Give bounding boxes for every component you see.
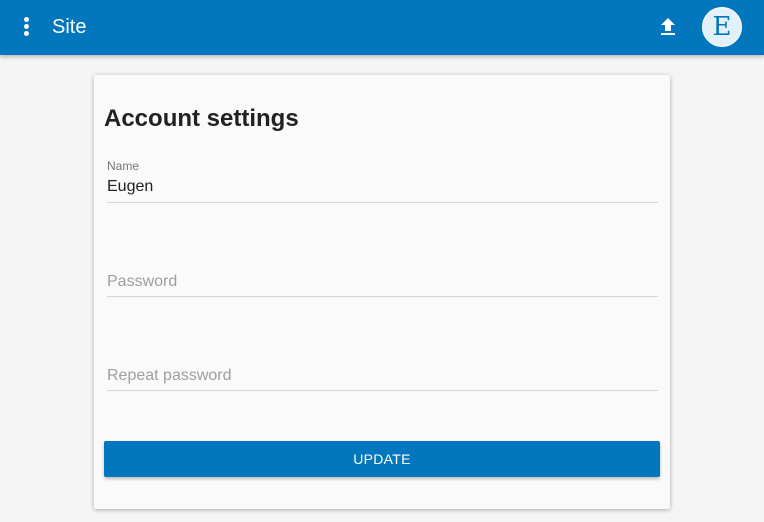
app-title: Site [52,16,87,38]
repeat-password-input[interactable] [107,365,658,387]
password-field [107,269,658,297]
avatar[interactable]: E [702,7,742,47]
name-input[interactable] [107,176,658,198]
upload-icon-svg [661,18,675,35]
menu-dot [24,24,29,29]
name-label: Name [107,159,140,173]
upload-icon[interactable] [656,15,680,39]
name-field: Name [107,159,658,203]
menu-dot [24,17,29,22]
account-settings-card: Account settings Name UPDATE [94,75,670,509]
repeat-password-field [107,363,658,391]
password-input[interactable] [107,271,658,293]
update-button[interactable]: UPDATE [104,441,660,477]
more-vert-icon[interactable] [14,15,38,39]
page-title: Account settings [104,105,299,132]
menu-dot [24,31,29,36]
app-bar: Site E [0,0,764,55]
